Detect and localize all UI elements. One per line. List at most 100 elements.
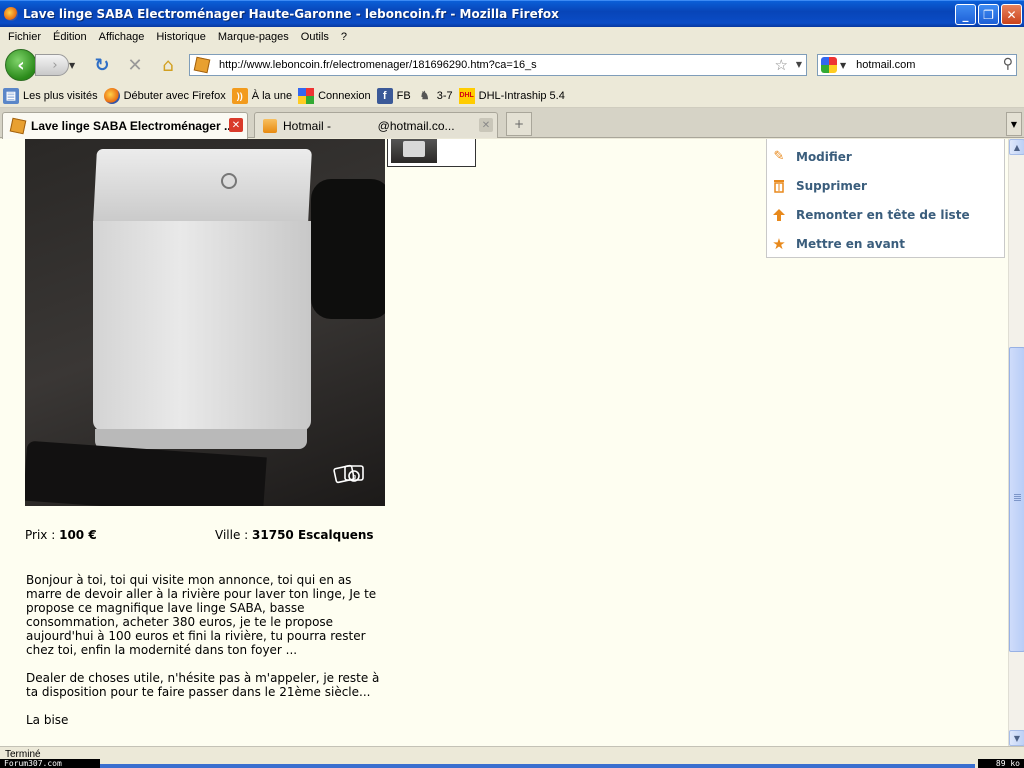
forum-watermark: Forum307.com bbox=[0, 759, 100, 768]
city-label: Ville : bbox=[215, 528, 249, 542]
leboncoin-favicon bbox=[9, 117, 27, 135]
back-button[interactable]: ‹ bbox=[5, 49, 37, 81]
bookmark-3-7[interactable]: ♞ 3-7 bbox=[417, 88, 453, 104]
chevron-down-icon: ▼ bbox=[1013, 733, 1021, 743]
new-tab-button[interactable]: + bbox=[506, 112, 532, 136]
forward-icon: › bbox=[52, 57, 58, 73]
bookmark-fb[interactable]: f FB bbox=[376, 87, 411, 104]
minimize-button[interactable]: _ bbox=[955, 4, 976, 25]
forward-button[interactable]: › bbox=[35, 54, 69, 76]
bookmark-label: À la une bbox=[251, 89, 293, 102]
close-tab-icon[interactable]: ✕ bbox=[479, 118, 493, 132]
url-dropdown-icon[interactable]: ▼ bbox=[796, 60, 802, 69]
bookmark-a-la-une[interactable]: )) À la une bbox=[231, 87, 293, 104]
tab-leboncoin[interactable]: Lave linge SABA Electroménager ... ✕ bbox=[2, 112, 248, 139]
menu-edition[interactable]: Édition bbox=[47, 31, 93, 43]
bookmark-label: DHL-Intraship 5.4 bbox=[478, 89, 565, 102]
status-bar: Terminé Forum307.com 89 ko bbox=[0, 746, 1024, 768]
bookmarks-toolbar: ▤ Les plus visités Débuter avec Firefox … bbox=[0, 84, 1024, 108]
menu-affichage[interactable]: Affichage bbox=[93, 31, 151, 43]
listing-description: Bonjour à toi, toi qui visite mon annonc… bbox=[26, 573, 386, 741]
menu-marque-pages[interactable]: Marque-pages bbox=[212, 31, 295, 43]
tab-hotmail[interactable]: Hotmail - @hotmail.co... ✕ bbox=[254, 112, 498, 138]
google-engine-icon[interactable] bbox=[821, 57, 837, 73]
reload-button[interactable]: ↻ bbox=[90, 53, 114, 77]
bookmark-dhl-intraship[interactable]: DHL DHL-Intraship 5.4 bbox=[458, 87, 565, 104]
windows-live-icon bbox=[298, 87, 315, 104]
bookmark-connexion[interactable]: Connexion bbox=[298, 87, 371, 104]
bookmark-label: 3-7 bbox=[436, 89, 453, 102]
description-paragraph: La bise bbox=[26, 713, 69, 727]
window-title: Lave linge SABA Electroménager Haute-Gar… bbox=[23, 7, 559, 21]
chevron-up-icon: ▲ bbox=[1013, 142, 1021, 152]
reload-icon: ↻ bbox=[94, 54, 110, 76]
tab-strip: Lave linge SABA Electroménager ... ✕ Hot… bbox=[0, 108, 1024, 139]
rss-icon: )) bbox=[231, 87, 248, 104]
image-size-label: 89 ko bbox=[978, 759, 1024, 768]
navigation-toolbar: ‹ › ▼ ↻ ✕ ⌂ http://www.leboncoin.fr/elec… bbox=[0, 46, 1024, 84]
trash-icon bbox=[771, 178, 787, 194]
scroll-down-button[interactable]: ▼ bbox=[1009, 730, 1024, 746]
engine-dropdown-icon[interactable]: ▼ bbox=[840, 61, 846, 70]
action-label[interactable]: Remonter en tête de liste bbox=[796, 208, 970, 222]
menu-help[interactable]: ? bbox=[335, 31, 353, 43]
feature-action[interactable]: ★ Mettre en avant bbox=[767, 229, 1004, 258]
menu-historique[interactable]: Historique bbox=[150, 31, 212, 43]
listing-photo[interactable]: b bbox=[25, 139, 385, 506]
search-icon[interactable]: ⚲ bbox=[1003, 56, 1013, 72]
bookmark-star-icon[interactable]: ☆ bbox=[775, 56, 788, 74]
maximize-button[interactable]: ❐ bbox=[978, 4, 999, 25]
dhl-icon: DHL bbox=[458, 87, 475, 104]
page-content: b Prix : 100 € Ville : 31750 Escalquens … bbox=[0, 139, 1008, 746]
site-identity-icon[interactable] bbox=[193, 56, 211, 74]
delete-action[interactable]: Supprimer bbox=[767, 171, 1004, 200]
price-city-row: Prix : 100 € Ville : 31750 Escalquens bbox=[25, 528, 377, 542]
back-icon: ‹ bbox=[17, 54, 25, 76]
window-title-bar[interactable]: Lave linge SABA Electroménager Haute-Gar… bbox=[0, 0, 1024, 27]
star-icon: ★ bbox=[772, 234, 786, 253]
action-label[interactable]: Supprimer bbox=[796, 179, 867, 193]
bookmark-les-plus-visites[interactable]: ▤ Les plus visités bbox=[3, 87, 98, 104]
search-input[interactable]: hotmail.com bbox=[856, 59, 915, 71]
description-paragraph: Dealer de choses utile, n'hésite pas à m… bbox=[26, 671, 380, 699]
tab-list-button[interactable]: ▼ bbox=[1006, 112, 1022, 136]
bookmark-label: Connexion bbox=[318, 89, 371, 102]
bump-action[interactable]: Remonter en tête de liste bbox=[767, 200, 1004, 229]
bookmark-label: FB bbox=[396, 89, 411, 102]
menu-fichier[interactable]: Fichier bbox=[2, 31, 47, 43]
photo-thumbnail[interactable] bbox=[387, 139, 476, 167]
description-paragraph: Bonjour à toi, toi qui visite mon annonc… bbox=[26, 573, 377, 657]
tab-label: Hotmail - @hotmail.co... bbox=[283, 118, 455, 133]
bookmark-label: Débuter avec Firefox bbox=[123, 89, 226, 102]
chevron-down-icon: ▼ bbox=[1010, 119, 1018, 129]
scroll-thumb[interactable] bbox=[1009, 347, 1024, 652]
stop-button[interactable]: ✕ bbox=[123, 53, 147, 77]
status-divider bbox=[100, 764, 975, 768]
scroll-up-button[interactable]: ▲ bbox=[1009, 139, 1024, 155]
close-tab-icon[interactable]: ✕ bbox=[229, 118, 243, 132]
price-label: Prix : bbox=[25, 528, 56, 542]
action-label[interactable]: Modifier bbox=[796, 150, 852, 164]
city-value: 31750 Escalquens bbox=[252, 528, 374, 542]
history-dropdown-icon[interactable]: ▼ bbox=[69, 61, 75, 70]
jester-icon: ♞ bbox=[419, 90, 430, 102]
firefox-icon bbox=[4, 7, 18, 21]
search-bar[interactable]: ▼ hotmail.com ⚲ bbox=[817, 54, 1017, 76]
home-button[interactable]: ⌂ bbox=[156, 53, 180, 77]
url-bar[interactable]: http://www.leboncoin.fr/electromenager/1… bbox=[189, 54, 807, 76]
plus-icon: + bbox=[513, 117, 525, 131]
svg-text:b: b bbox=[352, 473, 357, 481]
menu-bar: Fichier Édition Affichage Historique Mar… bbox=[0, 27, 1024, 46]
price-value: 100 € bbox=[59, 528, 97, 542]
vertical-scrollbar[interactable]: ▲ ▼ bbox=[1008, 139, 1024, 746]
bookmark-label: Les plus visités bbox=[23, 89, 98, 102]
home-icon: ⌂ bbox=[162, 54, 174, 76]
bookmark-debuter-firefox[interactable]: Débuter avec Firefox bbox=[103, 87, 226, 104]
modify-action[interactable]: ✎ Modifier bbox=[767, 142, 1004, 171]
close-window-button[interactable]: ✕ bbox=[1001, 4, 1022, 25]
firefox-icon bbox=[103, 87, 120, 104]
menu-outils[interactable]: Outils bbox=[295, 31, 335, 43]
action-label[interactable]: Mettre en avant bbox=[796, 237, 905, 251]
url-text[interactable]: http://www.leboncoin.fr/electromenager/1… bbox=[219, 59, 537, 71]
bookmarks-folder-icon: ▤ bbox=[3, 87, 19, 104]
